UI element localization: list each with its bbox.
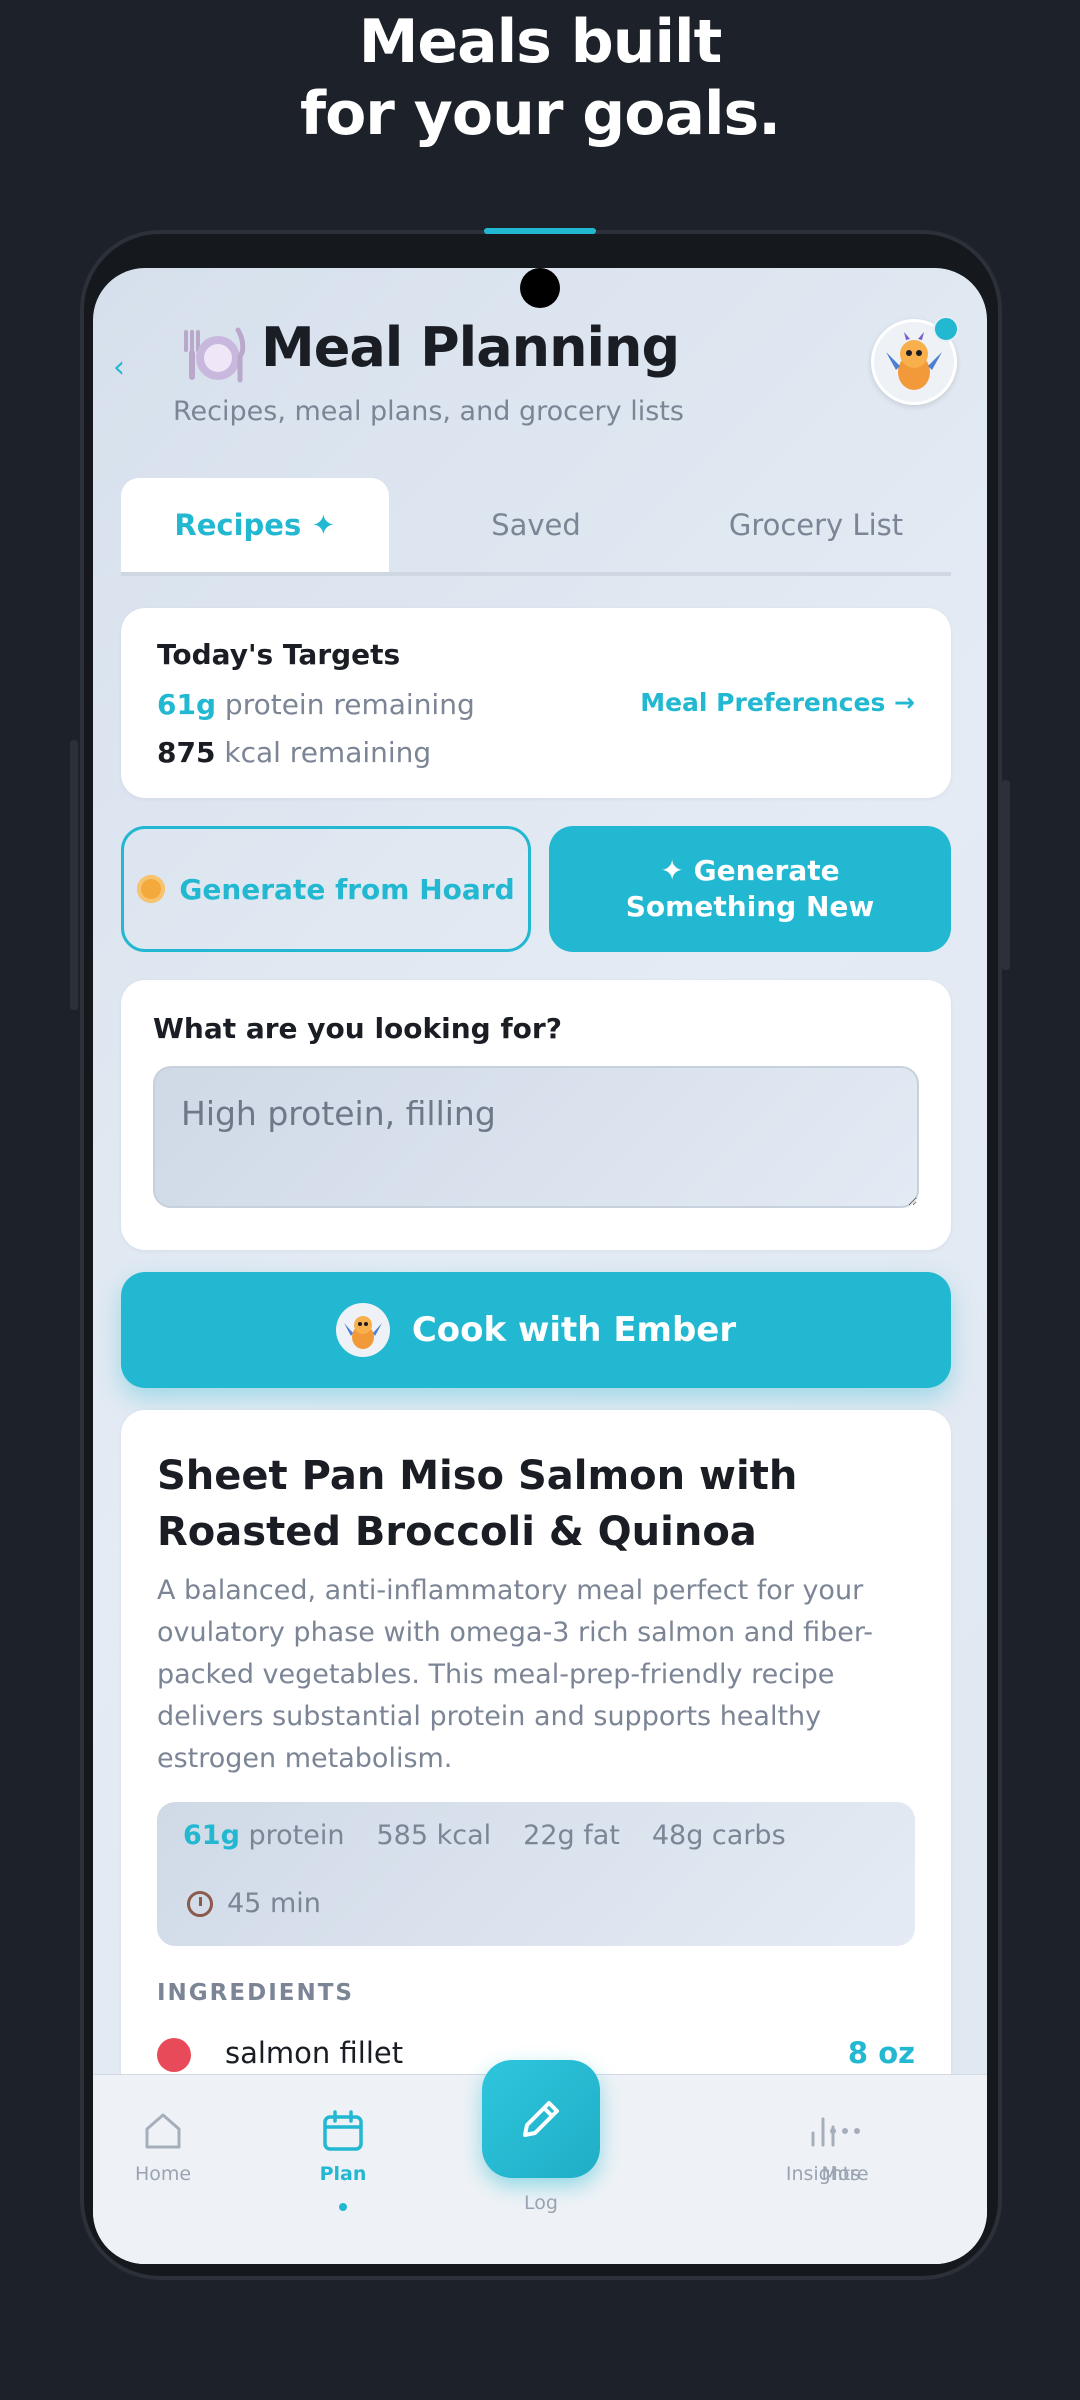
search-card: What are you looking for?: [121, 980, 951, 1250]
calendar-icon: [273, 2105, 413, 2157]
tab-divider: [121, 572, 951, 576]
recipe-description: A balanced, anti-inflammatory meal perfe…: [157, 1575, 873, 1774]
search-input[interactable]: [153, 1066, 919, 1208]
headline-line-2: for your goals.: [299, 79, 781, 149]
prep-time-value: 45 min: [227, 1888, 321, 1919]
ember-icon: [335, 1303, 390, 1357]
macro-row: 61g protein 585 kcal 22g fat 48g carbs: [183, 1820, 786, 1851]
generate-from-hoard-button[interactable]: Generate from Hoard: [121, 826, 531, 952]
protein-remaining: 61g protein remaining: [157, 688, 475, 721]
ingredient-quantity: 8 oz: [847, 2036, 915, 2070]
meat-icon: [157, 2038, 191, 2072]
kcal-remaining: 875 kcal remaining: [157, 736, 431, 769]
search-label: What are you looking for?: [153, 1012, 562, 1045]
nav-home-label: Home: [134, 2163, 192, 2185]
tab-saved[interactable]: Saved: [401, 478, 671, 572]
cook-with-ember-button[interactable]: Cook with Ember: [121, 1272, 951, 1388]
targets-card: Today's Targets 61g protein remaining 87…: [121, 608, 951, 798]
macro-fat: 22g fat: [523, 1820, 620, 1851]
phone-side-button-left: [70, 740, 78, 1010]
page-subtitle: Recipes, meal plans, and grocery lists: [173, 396, 684, 427]
kcal-label: kcal remaining: [224, 736, 432, 769]
home-icon: [93, 2105, 233, 2157]
ingredients-heading: INGREDIENTS: [157, 1980, 354, 2006]
active-indicator: [339, 2203, 347, 2211]
generate-something-new-button[interactable]: ✦ Generate Something New: [549, 826, 951, 952]
phone-accent-bar: [484, 228, 596, 234]
recipe-title: Sheet Pan Miso Salmon with Roasted Brocc…: [157, 1453, 798, 1555]
macro-protein-label: protein: [248, 1820, 345, 1851]
phone-side-button-right: [1002, 780, 1010, 970]
tab-bar: Recipes ✦ Saved Grocery List: [121, 478, 951, 572]
macro-carbs: 48g carbs: [651, 1820, 786, 1851]
clock-icon: [187, 1890, 213, 1917]
app-screen: ‹ Meal Planning Recipes, meal plans, and…: [93, 268, 987, 2264]
pencil-icon: [523, 2101, 559, 2137]
back-icon[interactable]: ‹: [113, 350, 125, 385]
log-fab-button[interactable]: [482, 2060, 600, 2178]
ingredient-name: salmon fillet: [225, 2036, 404, 2070]
headline-line-1: Meals built: [358, 7, 723, 77]
nav-log-label: Log: [524, 2192, 558, 2214]
macro-protein: 61g protein: [183, 1820, 344, 1851]
macro-protein-value: 61g: [183, 1820, 240, 1851]
protein-value: 61g: [157, 688, 217, 721]
nav-plan-label: Plan: [319, 2163, 367, 2185]
plate-icon: [178, 320, 246, 388]
nav-more-label: More: [821, 2163, 869, 2185]
generate-from-hoard-label: Generate from Hoard: [179, 872, 515, 906]
cook-with-ember-label: Cook with Ember: [411, 1310, 737, 1350]
kcal-value: 875: [157, 736, 216, 769]
prep-time: 45 min: [187, 1888, 321, 1919]
tab-recipes[interactable]: Recipes ✦: [121, 478, 389, 572]
meal-preferences-link[interactable]: Meal Preferences →: [640, 688, 915, 717]
protein-label: protein remaining: [224, 688, 475, 721]
more-dots-icon: [775, 2105, 915, 2157]
promo-headline: Meals built for your goals.: [0, 6, 1080, 150]
generate-something-new-label: ✦ Generate Something New: [625, 854, 875, 923]
targets-title: Today's Targets: [157, 638, 401, 671]
page-title: Meal Planning: [261, 316, 680, 379]
nav-more[interactable]: More: [775, 2105, 915, 2185]
tab-grocery-list[interactable]: Grocery List: [681, 478, 951, 572]
coin-icon: [137, 875, 166, 903]
camera-cutout: [520, 268, 560, 308]
macro-summary: 61g protein 585 kcal 22g fat 48g carbs 4…: [157, 1802, 915, 1946]
nav-home[interactable]: Home: [93, 2105, 233, 2185]
notification-dot: [933, 316, 959, 342]
nav-plan[interactable]: Plan: [273, 2105, 413, 2211]
macro-kcal: 585 kcal: [376, 1820, 492, 1851]
